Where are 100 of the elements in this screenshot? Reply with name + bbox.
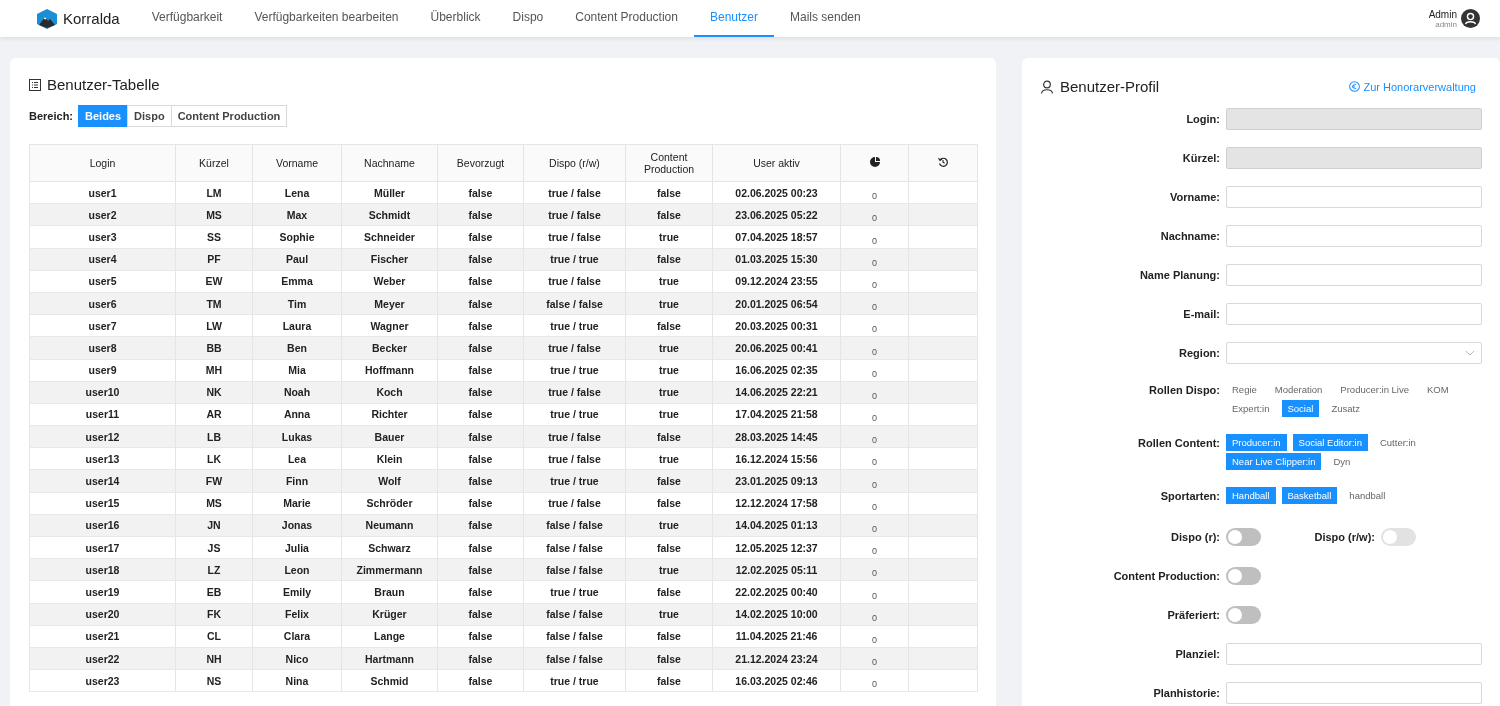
table-cell: user11	[29, 403, 176, 426]
nav-tab[interactable]: Verfügbarkeiten bearbeiten	[238, 0, 415, 37]
table-cell: true / false	[523, 181, 626, 204]
table-cell: Hoffmann	[341, 359, 438, 382]
table-cell: user12	[29, 425, 176, 448]
input-field[interactable]	[1226, 643, 1482, 665]
filter-label: Bereich:	[29, 110, 74, 122]
toggle-switch[interactable]	[1226, 528, 1261, 546]
table-cell: 07.04.2025 18:57	[712, 225, 841, 249]
tag-option[interactable]: Dyn	[1327, 453, 1357, 470]
table-cell: user9	[29, 359, 176, 382]
column-header[interactable]: Content Production	[625, 144, 713, 182]
nav-tab[interactable]: Mails senden	[774, 0, 877, 37]
table-cell: false	[625, 536, 713, 559]
input-field[interactable]	[1226, 264, 1482, 286]
field-label: Planhistorie:	[1152, 687, 1220, 699]
table-cell: Sophie	[252, 225, 342, 249]
table-cell: user23	[29, 669, 176, 692]
nav-tab[interactable]: Content Production	[559, 0, 694, 37]
column-header[interactable]: Nachname	[341, 144, 438, 182]
toggle-switch[interactable]	[1226, 567, 1261, 585]
table-cell: user4	[29, 248, 176, 271]
input-field[interactable]	[1226, 186, 1482, 208]
nav-tab[interactable]: Benutzer	[693, 0, 774, 37]
filter-option[interactable]: Dispo	[127, 105, 172, 127]
field-label: Dispo (r/w):	[1313, 531, 1375, 543]
table-cell: user13	[29, 447, 176, 470]
table-cell: 23.06.2025 05:22	[712, 203, 841, 226]
table-cell: false	[437, 403, 524, 426]
table-cell: false	[437, 447, 524, 470]
column-header[interactable]: Vorname	[252, 144, 342, 182]
table-cell: true	[625, 403, 713, 426]
table-cell: SS	[175, 225, 253, 249]
table-cell: 21.12.2024 23:24	[712, 647, 841, 670]
table-cell: true / false	[523, 270, 626, 293]
table-cell: 11.04.2025 21:46	[712, 625, 841, 648]
table-cell: true	[625, 447, 713, 470]
tag-option[interactable]: KOM	[1421, 381, 1455, 398]
table-cell: 22.02.2025 00:40	[712, 580, 841, 604]
tag-option[interactable]: Moderation	[1268, 381, 1329, 398]
table-cell: 12.02.2025 05:11	[712, 558, 841, 581]
table-cell: Lange	[341, 625, 438, 648]
table-cell: true	[625, 270, 713, 293]
column-header[interactable]: Dispo (r/w)	[523, 144, 626, 182]
column-header[interactable]: Bevorzugt	[437, 144, 524, 182]
table-cell: EB	[175, 580, 253, 604]
table-cell: JS	[175, 536, 253, 559]
tag-option[interactable]: Expert:in	[1226, 400, 1276, 417]
honorarverwaltung-link[interactable]: Zur Honorarverwaltung	[1348, 80, 1476, 93]
table-cell: 20.01.2025 06:54	[712, 292, 841, 315]
table-cell: true / true	[523, 314, 626, 337]
table-cell: 02.06.2025 00:23	[712, 181, 841, 204]
column-header[interactable]: Login	[29, 144, 176, 182]
table-cell: user10	[29, 381, 176, 404]
mountain-logo-icon	[36, 7, 58, 30]
count-cell: 0	[840, 314, 909, 337]
table-cell: false	[625, 669, 713, 692]
filter-option[interactable]: Content Production	[170, 105, 288, 127]
column-header[interactable]	[840, 144, 909, 182]
field-label: Login:	[1185, 113, 1220, 125]
field-label: Content Production:	[1112, 570, 1220, 582]
column-header[interactable]: User aktiv	[712, 144, 841, 182]
field-label: Region:	[1178, 347, 1220, 359]
field-label: Dispo (r):	[1170, 531, 1220, 543]
table-cell: 16.03.2025 02:46	[712, 669, 841, 692]
input-field[interactable]	[1226, 303, 1482, 325]
nav-tab[interactable]: Verfügbarkeit	[135, 0, 239, 37]
toggle-switch[interactable]	[1226, 606, 1261, 624]
table-cell: 14.06.2025 22:21	[712, 381, 841, 404]
tag-option[interactable]: Cutter:in	[1373, 434, 1422, 451]
table-cell: Klein	[341, 447, 438, 470]
region-select[interactable]	[1226, 342, 1482, 364]
table-cell: false	[625, 492, 713, 515]
table-cell: false	[437, 580, 524, 604]
table-cell: Nina	[252, 669, 342, 692]
nav-tab[interactable]: Überblick	[414, 0, 497, 37]
user-avatar-icon[interactable]	[1461, 9, 1480, 28]
tag-option[interactable]: Regie	[1226, 381, 1263, 398]
table-cell: user1	[29, 181, 176, 204]
table-cell: Schneider	[341, 225, 438, 249]
count-cell: 0	[840, 447, 909, 470]
table-cell: Mia	[252, 359, 342, 382]
nav-tab[interactable]: Dispo	[496, 0, 560, 37]
input-field[interactable]	[1226, 682, 1482, 704]
table-cell: false / false	[523, 536, 626, 559]
column-header[interactable]: Kürzel	[175, 144, 253, 182]
table-cell: true	[625, 225, 713, 249]
list-icon	[29, 78, 41, 91]
field-label: Nachname:	[1159, 230, 1220, 242]
tag-option[interactable]: handball	[1343, 487, 1392, 504]
table-cell: Müller	[341, 181, 438, 204]
table-cell: false	[437, 625, 524, 648]
table-cell: false	[437, 270, 524, 293]
table-cell: Schröder	[341, 492, 438, 515]
input-field[interactable]	[1226, 225, 1482, 247]
table-cell: 09.12.2024 23:55	[712, 270, 841, 293]
table-cell: user20	[29, 603, 176, 626]
tag-option[interactable]: Producer:in Live	[1334, 381, 1415, 398]
tag-option[interactable]: Zusatz	[1325, 400, 1366, 417]
table-cell: user5	[29, 270, 176, 293]
